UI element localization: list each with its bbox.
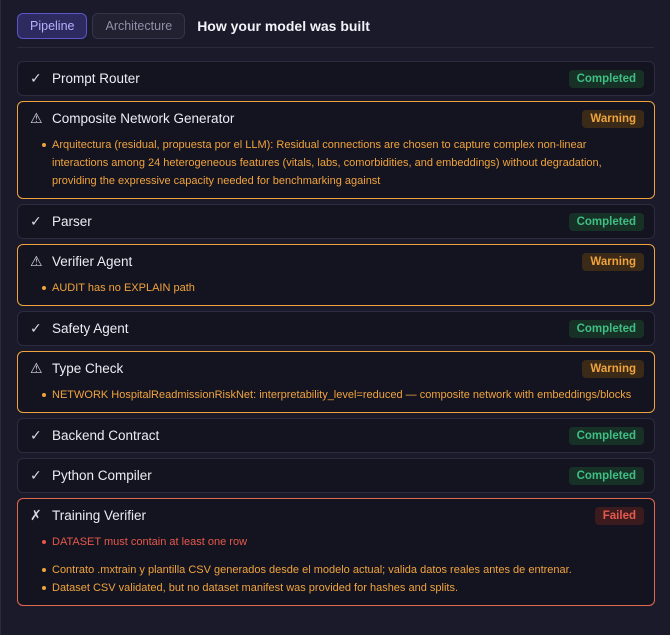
step-name: Parser: [52, 214, 92, 229]
x-icon: ✗: [30, 507, 42, 523]
tab-pipeline[interactable]: Pipeline: [17, 13, 88, 39]
warning-icon: ⚠: [30, 253, 43, 269]
check-icon: ✓: [30, 467, 42, 483]
step-messages: DATASET must contain at least one row Co…: [18, 532, 654, 605]
status-badge: Warning: [582, 109, 644, 128]
step-messages: AUDIT has no EXPLAIN path: [18, 278, 654, 305]
step-parser[interactable]: ✓ Parser Completed: [17, 204, 655, 239]
step-training-verifier[interactable]: ✗ Training Verifier Failed DATASET must …: [17, 498, 655, 606]
status-badge: Completed: [568, 212, 644, 231]
pipeline-steps: ✓ Prompt Router Completed ⚠ Composite Ne…: [17, 61, 655, 611]
step-backend-contract[interactable]: ✓ Backend Contract Completed: [17, 418, 655, 453]
warning-message: AUDIT has no EXPLAIN path: [42, 279, 640, 297]
check-icon: ✓: [30, 213, 42, 229]
step-name: Composite Network Generator: [52, 111, 235, 126]
step-name: Type Check: [52, 361, 124, 376]
step-type-check[interactable]: ⚠ Type Check Warning NETWORK HospitalRea…: [17, 351, 655, 413]
step-composite-network-generator[interactable]: ⚠ Composite Network Generator Warning Ar…: [17, 101, 655, 199]
check-icon: ✓: [30, 320, 42, 336]
status-badge: Completed: [568, 466, 644, 485]
header: Pipeline Architecture How your model was…: [17, 13, 654, 39]
step-name: Python Compiler: [52, 468, 152, 483]
warning-message: Arquitectura (residual, propuesta por el…: [42, 136, 640, 190]
page-title: How your model was built: [197, 18, 370, 34]
step-messages: NETWORK HospitalReadmissionRiskNet: inte…: [18, 385, 654, 412]
step-name: Prompt Router: [52, 71, 140, 86]
header-divider: [17, 47, 654, 48]
app-frame: Pipeline Architecture How your model was…: [0, 0, 670, 635]
tab-architecture[interactable]: Architecture: [92, 13, 186, 39]
step-name: Training Verifier: [52, 508, 147, 523]
error-message: DATASET must contain at least one row: [42, 533, 640, 551]
status-badge: Completed: [568, 319, 644, 338]
status-badge: Completed: [568, 69, 644, 88]
step-verifier-agent[interactable]: ⚠ Verifier Agent Warning AUDIT has no EX…: [17, 244, 655, 306]
status-badge: Warning: [582, 252, 644, 271]
status-badge: Completed: [568, 426, 644, 445]
step-name: Safety Agent: [52, 321, 129, 336]
check-icon: ✓: [30, 70, 42, 86]
step-name: Verifier Agent: [52, 254, 133, 269]
warning-icon: ⚠: [30, 360, 43, 376]
status-badge: Warning: [582, 359, 644, 378]
warning-message: Contrato .mxtrain y plantilla CSV genera…: [42, 561, 640, 579]
step-prompt-router[interactable]: ✓ Prompt Router Completed: [17, 61, 655, 96]
step-name: Backend Contract: [52, 428, 160, 443]
warning-message: NETWORK HospitalReadmissionRiskNet: inte…: [42, 386, 640, 404]
check-icon: ✓: [30, 427, 42, 443]
status-badge: Failed: [594, 506, 644, 525]
warning-message: Dataset CSV validated, but no dataset ma…: [42, 579, 640, 597]
step-python-compiler[interactable]: ✓ Python Compiler Completed: [17, 458, 655, 493]
warning-icon: ⚠: [30, 110, 43, 126]
step-safety-agent[interactable]: ✓ Safety Agent Completed: [17, 311, 655, 346]
step-messages: Arquitectura (residual, propuesta por el…: [18, 135, 654, 198]
